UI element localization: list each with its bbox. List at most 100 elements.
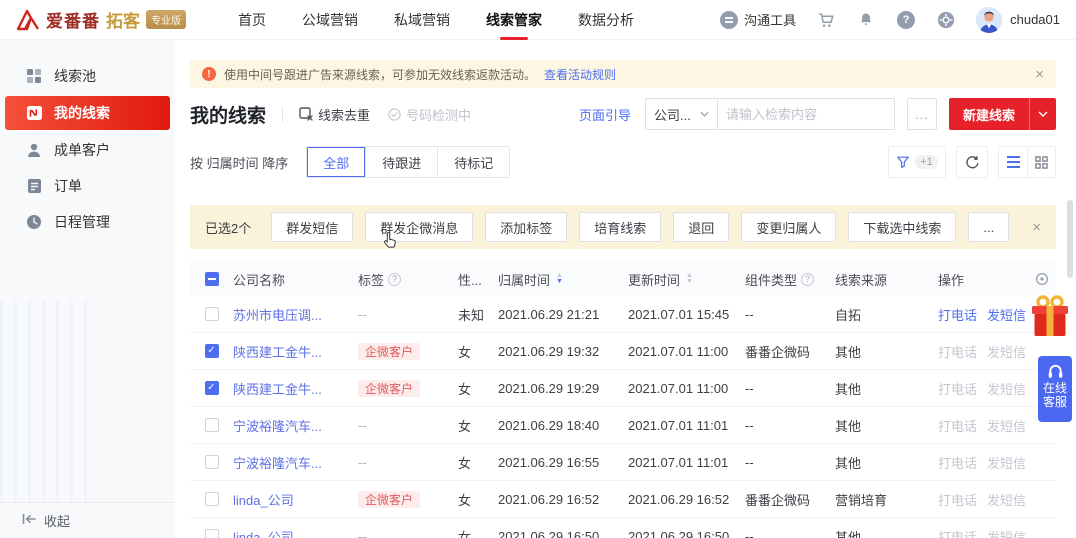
call-action[interactable]: 打电话: [938, 305, 977, 324]
activity-rules-link[interactable]: 查看活动规则: [544, 66, 616, 83]
company-link[interactable]: linda_公司: [233, 490, 358, 509]
search-field-selector[interactable]: 公司...: [646, 99, 718, 129]
col-assign-time[interactable]: 归属时间▲▼: [498, 270, 628, 289]
top-nav: 首页 公域营销 私域营销 线索管家 数据分析: [220, 0, 652, 40]
select-all-checkbox[interactable]: [205, 272, 219, 286]
card-view-button[interactable]: [1027, 147, 1055, 177]
topbar: 爱番番 拓客 专业版 首页 公域营销 私域营销 线索管家 数据分析 沟通工具 ?: [0, 0, 1076, 40]
dedupe-button[interactable]: 线索去重: [299, 105, 370, 124]
batch-add-tag-button[interactable]: 添加标签: [485, 212, 567, 242]
table-row: linda_公司 -- 女 2021.06.29 16:50 2021.06.2…: [190, 518, 1056, 538]
company-link[interactable]: 宁波裕隆汽车...: [233, 416, 358, 435]
notice-banner: ! 使用中间号跟进广告来源线索，可参加无效线索返款活动。 查看活动规则 ×: [190, 60, 1056, 88]
row-checkbox[interactable]: [205, 307, 219, 321]
call-action[interactable]: 打电话: [938, 416, 977, 435]
scrollbar-thumb[interactable]: [1067, 200, 1073, 278]
sms-action[interactable]: 发短信: [987, 305, 1026, 324]
company-link[interactable]: 苏州市电压调...: [233, 305, 358, 324]
create-lead-button[interactable]: 新建线索: [949, 98, 1056, 130]
component-help-icon[interactable]: ?: [801, 273, 814, 286]
sms-action[interactable]: 发短信: [987, 379, 1026, 398]
notification-bell-icon[interactable]: [856, 10, 876, 30]
sidebar-item-orders[interactable]: 订单: [0, 168, 175, 204]
headset-icon: [1047, 363, 1064, 379]
batch-more-button[interactable]: ...: [968, 212, 1009, 242]
tab-to-mark[interactable]: 待标记: [437, 147, 509, 177]
company-link[interactable]: 宁波裕隆汽车...: [233, 453, 358, 472]
search-input[interactable]: [726, 107, 902, 122]
component-cell: --: [745, 455, 835, 470]
sms-action[interactable]: 发短信: [987, 416, 1026, 435]
user-menu[interactable]: chuda01: [976, 7, 1060, 33]
page-guide-link[interactable]: 页面引导: [579, 105, 631, 124]
batchbar-close-icon[interactable]: ×: [1032, 219, 1041, 236]
row-checkbox[interactable]: [205, 529, 219, 538]
refresh-button[interactable]: [956, 146, 988, 178]
col-update-time[interactable]: 更新时间▲▼: [628, 270, 745, 289]
gift-promo-icon[interactable]: [1030, 293, 1076, 344]
create-lead-dropdown[interactable]: [1030, 111, 1056, 117]
assign-time-cell: 2021.06.29 21:21: [498, 307, 628, 322]
cart-icon[interactable]: [816, 10, 836, 30]
batch-return-button[interactable]: 退回: [673, 212, 729, 242]
source-cell: 其他: [835, 379, 938, 398]
call-action[interactable]: 打电话: [938, 379, 977, 398]
call-action[interactable]: 打电话: [938, 342, 977, 361]
selected-count: 已选2个: [205, 218, 251, 237]
row-checkbox[interactable]: [205, 344, 219, 358]
sort-text[interactable]: 按 归属时间 降序: [190, 153, 288, 172]
column-settings-icon[interactable]: [1034, 272, 1056, 286]
clock-icon: [26, 214, 42, 230]
company-link[interactable]: linda_公司: [233, 527, 358, 538]
sms-action[interactable]: 发短信: [987, 490, 1026, 509]
batch-change-owner-button[interactable]: 变更归属人: [741, 212, 836, 242]
company-link[interactable]: 陕西建工金牛...: [233, 342, 358, 361]
company-link[interactable]: 陕西建工金牛...: [233, 379, 358, 398]
sort-carets-icon: ▲▼: [556, 273, 563, 285]
help-icon[interactable]: ?: [896, 10, 916, 30]
tag-help-icon[interactable]: ?: [388, 273, 401, 286]
gender-cell: 女: [458, 416, 498, 435]
assign-time-cell: 2021.06.29 19:29: [498, 381, 628, 396]
topbar-right: 沟通工具 ? chuda01: [720, 7, 1060, 33]
assign-time-cell: 2021.06.29 18:40: [498, 418, 628, 433]
sidebar-item-won-customers[interactable]: 成单客户: [0, 132, 175, 168]
nav-data-analysis[interactable]: 数据分析: [560, 0, 652, 40]
row-checkbox[interactable]: [205, 418, 219, 432]
brand-mark-icon: [16, 9, 40, 31]
app-logo[interactable]: 爱番番 拓客 专业版: [16, 7, 186, 32]
nav-leads-manager[interactable]: 线索管家: [468, 0, 560, 40]
nav-public-marketing[interactable]: 公域营销: [284, 0, 376, 40]
sidebar-item-my-leads[interactable]: 我的线索: [5, 96, 170, 130]
call-action[interactable]: 打电话: [938, 527, 977, 538]
batch-nurture-button[interactable]: 培育线索: [579, 212, 661, 242]
tab-to-follow[interactable]: 待跟进: [365, 147, 437, 177]
chat-tool-button[interactable]: 沟通工具: [720, 10, 796, 29]
sms-action[interactable]: 发短信: [987, 342, 1026, 361]
nav-home[interactable]: 首页: [220, 0, 284, 40]
row-checkbox[interactable]: [205, 492, 219, 506]
row-checkbox[interactable]: [205, 381, 219, 395]
call-action[interactable]: 打电话: [938, 453, 977, 472]
col-gender: 性...: [458, 270, 498, 289]
online-service-button[interactable]: 在线客服: [1038, 356, 1072, 422]
batch-download-button[interactable]: 下载选中线索: [848, 212, 956, 242]
component-cell: --: [745, 529, 835, 538]
chevron-down-icon: [700, 111, 709, 117]
sidebar-item-schedule[interactable]: 日程管理: [0, 204, 175, 240]
batch-sms-button[interactable]: 群发短信: [271, 212, 353, 242]
toolbar-more-button[interactable]: ...: [907, 98, 937, 130]
notice-close-icon[interactable]: ×: [1035, 66, 1044, 83]
sms-action[interactable]: 发短信: [987, 527, 1026, 538]
row-checkbox[interactable]: [205, 455, 219, 469]
nav-private-marketing[interactable]: 私域营销: [376, 0, 468, 40]
settings-gear-icon[interactable]: [936, 10, 956, 30]
sms-action[interactable]: 发短信: [987, 453, 1026, 472]
sidebar-item-lead-pool[interactable]: 线索池: [0, 58, 175, 94]
sidebar-collapse-button[interactable]: 收起: [0, 502, 175, 538]
list-view-button[interactable]: [999, 147, 1027, 177]
tab-all[interactable]: 全部: [307, 147, 365, 177]
funnel-icon: [896, 155, 910, 169]
call-action[interactable]: 打电话: [938, 490, 977, 509]
filter-button[interactable]: +1: [888, 146, 946, 178]
